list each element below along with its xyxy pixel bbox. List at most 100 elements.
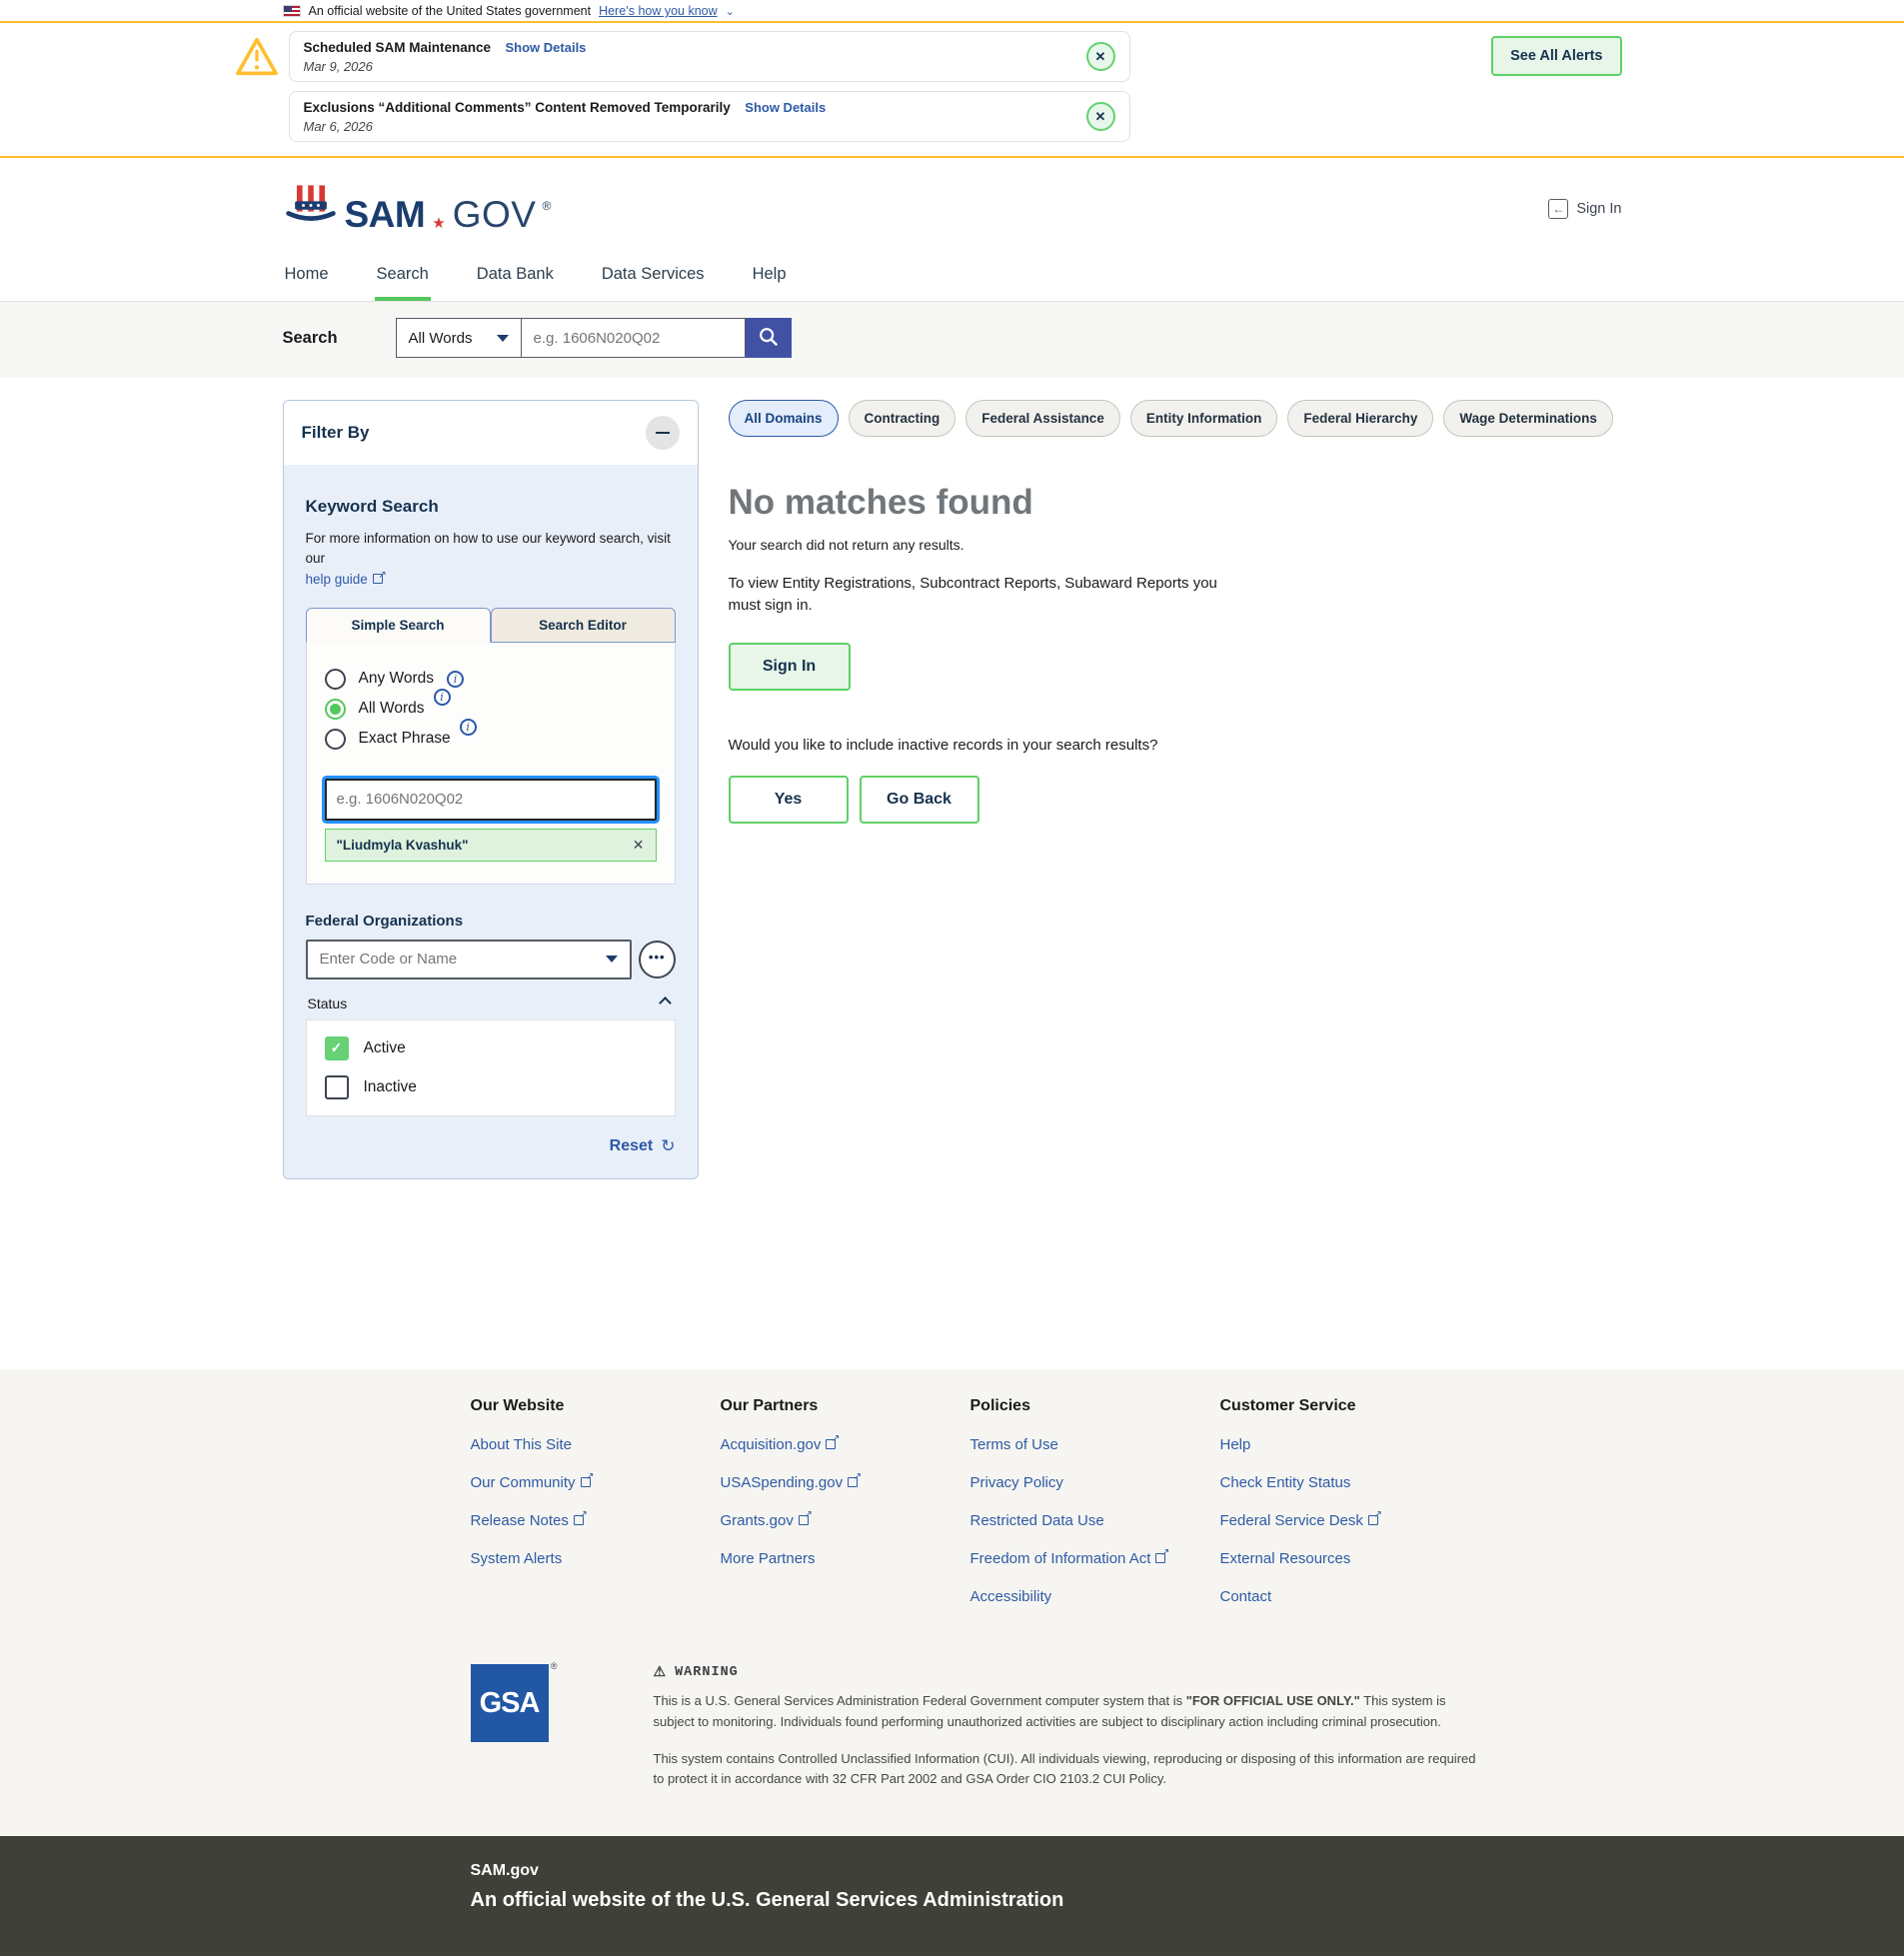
- domain-tab-federal-hierarchy[interactable]: Federal Hierarchy: [1287, 400, 1433, 437]
- alert-show-details-link[interactable]: Show Details: [506, 40, 587, 55]
- footer-link-about-this-site[interactable]: About This Site: [471, 1436, 721, 1453]
- help-guide-link[interactable]: help guide: [306, 572, 383, 587]
- filter-by-title: Filter By: [302, 423, 370, 443]
- radio-exact-phrase[interactable]: [325, 729, 346, 750]
- main-nav: Home Search Data Bank Data Services Help: [0, 251, 1904, 302]
- collapse-filters-button[interactable]: [646, 416, 680, 450]
- status-filter-box: Active Inactive: [306, 1019, 676, 1116]
- yes-button[interactable]: Yes: [729, 776, 849, 824]
- warning-paragraph-1: This is a U.S. General Services Administ…: [654, 1691, 1483, 1733]
- header-sign-in-link[interactable]: ← Sign In: [1548, 199, 1621, 219]
- footer-link-check-entity-status[interactable]: Check Entity Status: [1220, 1474, 1470, 1491]
- alert-show-details-link[interactable]: Show Details: [745, 100, 826, 115]
- results-area: All Domains Contracting Federal Assistan…: [729, 400, 1622, 824]
- federal-org-more-button[interactable]: •••: [639, 941, 676, 978]
- footer-link-acquisition-gov[interactable]: Acquisition.gov: [721, 1436, 970, 1453]
- info-icon[interactable]: i: [434, 689, 451, 706]
- domain-tab-entity-information[interactable]: Entity Information: [1130, 400, 1278, 437]
- nav-item-data-bank[interactable]: Data Bank: [475, 257, 556, 301]
- search-input[interactable]: [522, 318, 746, 358]
- nav-item-help[interactable]: Help: [751, 257, 789, 301]
- alerts-section: Scheduled SAM Maintenance Show Details M…: [0, 23, 1904, 158]
- tab-search-editor[interactable]: Search Editor: [491, 608, 676, 643]
- domain-tab-all-domains[interactable]: All Domains: [729, 400, 839, 437]
- external-link-icon: [373, 574, 383, 584]
- footer-link-help[interactable]: Help: [1220, 1436, 1470, 1453]
- reset-filters-link[interactable]: Reset: [610, 1137, 654, 1155]
- footer-link-release-notes[interactable]: Release Notes: [471, 1512, 721, 1529]
- alert-close-button[interactable]: ✕: [1086, 42, 1115, 71]
- footer-link-grants-gov[interactable]: Grants.gov: [721, 1512, 970, 1529]
- radio-all-words-label: All Words: [359, 700, 425, 718]
- close-icon: ✕: [1095, 49, 1106, 65]
- warning-icon: ⚠: [654, 1664, 668, 1681]
- chevron-up-icon[interactable]: [659, 996, 672, 1009]
- keyword-suggestion-chip[interactable]: "Liudmyla Kvashuk" ✕: [325, 829, 657, 862]
- footer-link-privacy-policy[interactable]: Privacy Policy: [970, 1474, 1220, 1491]
- keyword-search-heading: Keyword Search: [306, 497, 676, 517]
- federal-organizations-heading: Federal Organizations: [306, 913, 676, 930]
- search-mode-dropdown[interactable]: All Words: [396, 318, 522, 358]
- federal-org-select[interactable]: Enter Code or Name: [306, 940, 632, 979]
- info-icon[interactable]: i: [460, 719, 477, 736]
- footer-link-system-alerts[interactable]: System Alerts: [471, 1550, 721, 1567]
- footer-link-more-partners[interactable]: More Partners: [721, 1550, 970, 1567]
- footer-link-contact[interactable]: Contact: [1220, 1588, 1470, 1605]
- footer-link-our-community[interactable]: Our Community: [471, 1474, 721, 1491]
- footer-link-usaspending-gov[interactable]: USASpending.gov: [721, 1474, 970, 1491]
- alert-close-button[interactable]: ✕: [1086, 102, 1115, 131]
- warning-triangle-icon: [235, 37, 279, 82]
- footer-heading-our-partners: Our Partners: [721, 1397, 970, 1415]
- external-link-icon: [1155, 1553, 1165, 1563]
- radio-any-words-label: Any Words: [359, 670, 435, 688]
- sign-in-note: To view Entity Registrations, Subcontrac…: [729, 573, 1238, 617]
- go-back-button[interactable]: Go Back: [860, 776, 979, 824]
- uncle-sam-hat-icon: [283, 184, 339, 233]
- include-inactive-question: Would you like to include inactive recor…: [729, 737, 1622, 754]
- radio-any-words[interactable]: [325, 669, 346, 690]
- search-submit-button[interactable]: [746, 318, 792, 358]
- sam-gov-logo[interactable]: SAM ★ GOV ®: [283, 184, 552, 233]
- banner-text: An official website of the United States…: [309, 4, 592, 18]
- footer-link-foia[interactable]: Freedom of Information Act: [970, 1550, 1220, 1567]
- gsa-registered-mark: ®: [551, 1661, 557, 1671]
- footer-link-restricted-data-use[interactable]: Restricted Data Use: [970, 1512, 1220, 1529]
- refresh-icon[interactable]: ↻: [661, 1136, 675, 1156]
- keyword-info-text: For more information on how to use our k…: [306, 531, 671, 566]
- footer-link-terms-of-use[interactable]: Terms of Use: [970, 1436, 1220, 1453]
- inactive-checkbox[interactable]: [325, 1075, 349, 1099]
- see-all-alerts-button[interactable]: See All Alerts: [1491, 36, 1621, 76]
- nav-item-data-services[interactable]: Data Services: [600, 257, 707, 301]
- logo-sam-text: SAM: [345, 196, 426, 233]
- nav-item-home[interactable]: Home: [283, 257, 331, 301]
- simple-search-panel: Any Words i All Words i Exact Phrase i "…: [306, 643, 676, 885]
- keyword-input[interactable]: [325, 779, 657, 821]
- no-matches-subtitle: Your search did not return any results.: [729, 537, 1622, 553]
- logo-star-icon: ★: [432, 216, 445, 231]
- radio-all-words[interactable]: [325, 699, 346, 720]
- footer-link-federal-service-desk[interactable]: Federal Service Desk: [1220, 1512, 1470, 1529]
- info-icon[interactable]: i: [447, 671, 464, 688]
- domain-tab-federal-assistance[interactable]: Federal Assistance: [965, 400, 1120, 437]
- warning-heading: WARNING: [675, 1665, 739, 1680]
- sign-in-button[interactable]: Sign In: [729, 643, 851, 691]
- chip-label: "Liudmyla Kvashuk": [337, 838, 469, 853]
- identifier-bar: SAM.gov An official website of the U.S. …: [0, 1836, 1904, 1956]
- domain-tab-contracting[interactable]: Contracting: [849, 400, 956, 437]
- sign-in-arrow-icon: ←: [1548, 199, 1568, 219]
- magnifier-icon: [758, 326, 780, 351]
- footer-link-accessibility[interactable]: Accessibility: [970, 1588, 1220, 1605]
- filter-panel: Filter By Keyword Search For more inform…: [283, 400, 699, 1179]
- footer-link-external-resources[interactable]: External Resources: [1220, 1550, 1470, 1567]
- logo-gov-text: GOV: [453, 196, 537, 233]
- nav-item-search[interactable]: Search: [375, 257, 431, 301]
- tab-simple-search[interactable]: Simple Search: [306, 608, 491, 643]
- domain-tab-wage-determinations[interactable]: Wage Determinations: [1443, 400, 1613, 437]
- alert-date: Mar 6, 2026: [304, 119, 827, 134]
- search-label: Search: [283, 329, 338, 348]
- active-checkbox[interactable]: [325, 1036, 349, 1060]
- site-header: SAM ★ GOV ® ← Sign In: [283, 158, 1622, 251]
- chip-remove-icon[interactable]: ✕: [633, 837, 645, 854]
- radio-exact-phrase-label: Exact Phrase: [359, 730, 451, 748]
- banner-how-you-know-link[interactable]: Here’s how you know: [599, 4, 718, 18]
